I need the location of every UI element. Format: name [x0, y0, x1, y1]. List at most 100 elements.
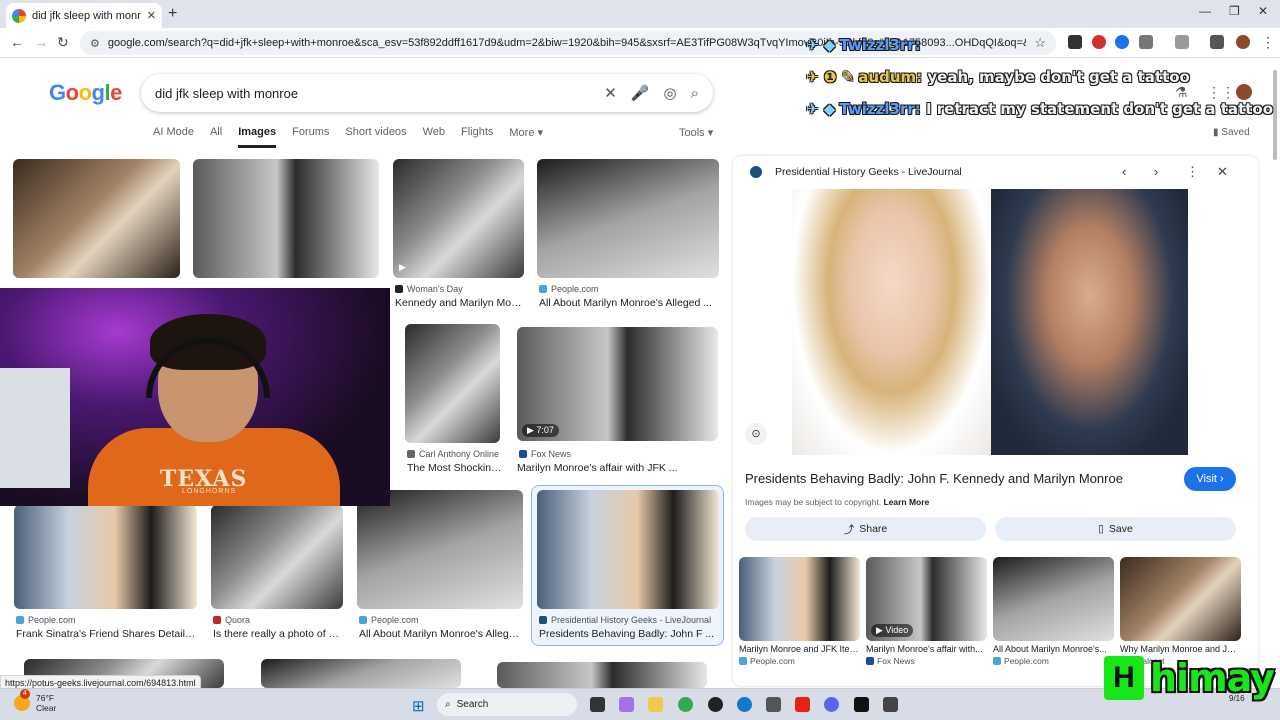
app-icon[interactable]	[766, 697, 781, 712]
visit-button[interactable]: Visit ›	[1184, 467, 1236, 491]
page-scrollbar[interactable]	[1273, 70, 1277, 160]
learn-more-link[interactable]: Learn More	[883, 497, 929, 507]
forward-icon[interactable]: →	[34, 34, 48, 50]
chrome-icon[interactable]	[678, 697, 693, 712]
browser-tab[interactable]: did jfk sleep with monroe - Goo ✕	[6, 3, 162, 28]
previous-icon[interactable]: ‹	[1122, 164, 1126, 179]
apps-grid-icon[interactable]: ⋮⋮	[1207, 84, 1235, 101]
panel-title[interactable]: Presidents Behaving Badly: John F. Kenne…	[745, 471, 1123, 486]
kebab-menu-icon[interactable]: ⋮	[1261, 34, 1275, 51]
saved-button[interactable]: ▮ Saved	[1213, 127, 1250, 138]
search-icon[interactable]: ⌕	[691, 85, 699, 102]
related-thumbnail[interactable]	[739, 557, 860, 641]
related-image[interactable]: All About Marilyn Monroe's... People.com	[993, 557, 1114, 666]
share-button[interactable]: ⤴ Share	[745, 517, 986, 541]
result-caption[interactable]: Marilyn Monroe's affair with JFK ...	[517, 462, 717, 474]
obs-icon[interactable]	[708, 697, 723, 712]
tab-ai-mode[interactable]: AI Mode	[153, 126, 194, 148]
next-icon[interactable]: ›	[1154, 164, 1158, 179]
menu-list-icon[interactable]	[1210, 35, 1224, 49]
related-thumbnail[interactable]	[1120, 557, 1241, 641]
result-image[interactable]	[211, 505, 343, 609]
tab-more[interactable]: More ▾	[509, 126, 543, 148]
source-favicon-icon	[539, 616, 547, 624]
close-panel-icon[interactable]: ✕	[1217, 164, 1228, 180]
result-image[interactable]	[537, 159, 719, 278]
result-image[interactable]	[357, 490, 523, 609]
google-logo[interactable]: Google	[49, 80, 122, 106]
result-image[interactable]: ▶	[393, 159, 524, 278]
result-caption[interactable]: All About Marilyn Monroe's Alleged ...	[539, 297, 719, 309]
result-caption[interactable]: Frank Sinatra's Friend Shares Details ..…	[16, 628, 198, 640]
related-thumbnail[interactable]: ▶ Video	[866, 557, 987, 641]
result-image[interactable]	[497, 662, 707, 688]
result-caption[interactable]: All About Marilyn Monroe's Alleged ...	[359, 628, 524, 640]
app-icon[interactable]	[883, 697, 898, 712]
more-options-icon[interactable]: ⋮	[1186, 164, 1199, 180]
result-caption[interactable]: Presidents Behaving Badly: John F ...	[539, 628, 719, 640]
cast-icon[interactable]	[1175, 35, 1189, 49]
back-icon[interactable]: ←	[10, 34, 24, 50]
chat-username: audum:	[858, 68, 923, 86]
search-input[interactable]	[155, 85, 591, 101]
related-thumbnail[interactable]	[993, 557, 1114, 641]
epic-games-icon[interactable]	[854, 697, 869, 712]
temperature: 76°F	[36, 693, 55, 703]
camera-lens-icon[interactable]: ◎	[664, 84, 677, 102]
file-explorer-icon[interactable]	[648, 697, 663, 712]
result-caption[interactable]: The Most Shocking...	[407, 462, 505, 474]
maximize-icon[interactable]: ❐	[1229, 4, 1240, 18]
save-button[interactable]: ▯ Save	[995, 517, 1236, 541]
youtube-icon[interactable]	[795, 697, 810, 712]
close-tab-icon[interactable]: ✕	[147, 9, 156, 22]
result-image[interactable]	[14, 505, 197, 609]
related-image[interactable]: Marilyn Monroe and JFK Item... People.co…	[739, 557, 860, 666]
bookmark-star-icon[interactable]: ☆	[1034, 35, 1046, 51]
search-box: ✕ 🎤 ◎ ⌕	[141, 74, 713, 112]
tab-flights[interactable]: Flights	[461, 126, 493, 148]
logo-letter: o	[65, 80, 79, 105]
task-view-icon[interactable]	[590, 697, 605, 712]
taskbar-search[interactable]: ⌕ Search	[437, 693, 577, 716]
lens-search-icon[interactable]: ⊙	[745, 423, 767, 445]
related-image[interactable]: ▶ Video Marilyn Monroe's affair with... …	[866, 557, 987, 666]
close-window-icon[interactable]: ✕	[1258, 4, 1268, 18]
windows-start-icon[interactable]: ⊞	[412, 697, 425, 715]
microphone-icon[interactable]: 🎤	[631, 84, 650, 102]
result-image[interactable]	[261, 659, 461, 688]
result-image[interactable]	[193, 159, 379, 278]
result-image[interactable]: ▶ 7:07	[517, 327, 718, 441]
weather-widget[interactable]: 4 76°F Clear	[14, 689, 56, 713]
extension-icon[interactable]	[1068, 35, 1082, 49]
adblock-extension-icon[interactable]	[1092, 35, 1106, 49]
account-avatar[interactable]	[1236, 84, 1252, 100]
result-image[interactable]	[405, 324, 500, 443]
profile-avatar[interactable]	[1236, 35, 1250, 49]
preview-image-right[interactable]	[991, 189, 1188, 455]
result-source: Woman's Day	[395, 284, 463, 294]
tools-button[interactable]: Tools ▾	[679, 126, 713, 139]
minimize-icon[interactable]: —	[1199, 4, 1211, 18]
copilot-icon[interactable]	[619, 697, 634, 712]
result-image[interactable]	[537, 490, 719, 609]
tab-short-videos[interactable]: Short videos	[345, 126, 406, 148]
result-caption[interactable]: Is there really a photo of M...	[213, 628, 343, 640]
panel-source[interactable]: Presidential History Geeks - LiveJournal	[775, 166, 962, 178]
site-info-icon[interactable]: ⚙	[90, 37, 100, 50]
discord-icon[interactable]	[824, 697, 839, 712]
tab-forums[interactable]: Forums	[292, 126, 329, 148]
tab-web[interactable]: Web	[423, 126, 445, 148]
clear-icon[interactable]: ✕	[604, 84, 617, 102]
tab-images[interactable]: Images	[238, 126, 277, 148]
audio-extension-icon[interactable]	[1115, 35, 1129, 49]
preview-image-left[interactable]	[792, 189, 991, 455]
labs-flask-icon[interactable]: ⚗	[1175, 84, 1188, 101]
result-image[interactable]	[13, 159, 180, 278]
tab-all[interactable]: All	[210, 126, 222, 148]
result-caption[interactable]: Kennedy and Marilyn Monr...	[395, 297, 525, 309]
extensions-puzzle-icon[interactable]	[1139, 35, 1153, 49]
reload-icon[interactable]: ↻	[57, 34, 69, 51]
related-image[interactable]: Why Marilyn Monroe and JKF'... Goalcast	[1120, 557, 1241, 666]
edge-icon[interactable]	[737, 697, 752, 712]
new-tab-icon[interactable]: +	[168, 5, 177, 23]
